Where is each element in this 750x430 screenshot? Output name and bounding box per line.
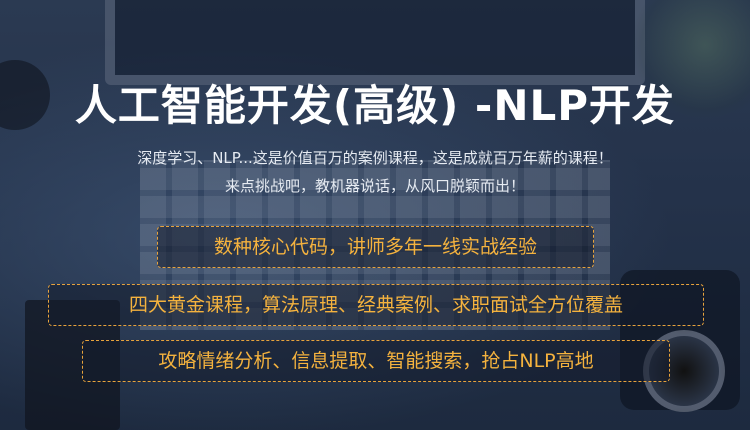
feature-box-2: 四大黄金课程，算法原理、经典案例、求职面试全方位覆盖	[48, 284, 704, 326]
banner-content: 人工智能开发(高级) -NLP开发 深度学习、NLP...这是价值百万的案例课程…	[0, 0, 750, 430]
subtitle-line-1: 深度学习、NLP...这是价值百万的案例课程，这是成就百万年薪的课程！	[137, 149, 613, 167]
subtitle-line-2: 来点挑战吧，教机器说话，从风口脱颖而出！	[224, 177, 525, 195]
course-banner: 人工智能开发(高级) -NLP开发 深度学习、NLP...这是价值百万的案例课程…	[0, 0, 750, 430]
feature-box-3: 攻略情绪分析、信息提取、智能搜索，抢占NLP高地	[82, 340, 670, 382]
page-title: 人工智能开发(高级) -NLP开发	[74, 81, 676, 130]
feature-box-1: 数种核心代码，讲师多年一线实战经验	[157, 226, 594, 268]
